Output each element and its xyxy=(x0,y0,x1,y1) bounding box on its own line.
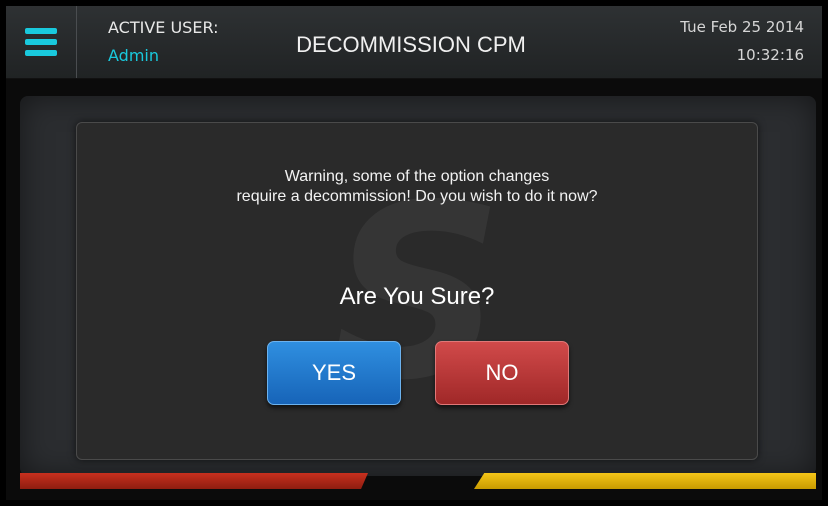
warning-message: Warning, some of the option changes requ… xyxy=(77,167,757,207)
confirm-question: Are You Sure? xyxy=(339,283,495,310)
status-bar-left xyxy=(20,473,368,489)
warning-message-line-2: require a decommission! Do you wish to d… xyxy=(236,188,598,205)
menu-button[interactable] xyxy=(6,6,77,78)
warning-message-line-1: Warning, some of the option changes xyxy=(284,168,550,185)
app-frame: ACTIVE USER: Admin DECOMMISSION CPM Tue … xyxy=(6,6,822,500)
no-button[interactable]: NO xyxy=(435,341,569,405)
page-title: DECOMMISSION CPM xyxy=(296,32,526,57)
yes-button[interactable]: YES xyxy=(267,341,401,405)
active-user-name: Admin xyxy=(108,46,159,65)
status-bar-right xyxy=(474,473,816,489)
date-display: Tue Feb 25 2014 xyxy=(680,18,804,36)
hamburger-menu-icon xyxy=(25,28,57,56)
confirm-dialog: S Warning, some of the option changes re… xyxy=(76,122,758,460)
active-user-label: ACTIVE USER: xyxy=(108,18,219,37)
header-bar: ACTIVE USER: Admin DECOMMISSION CPM Tue … xyxy=(6,6,822,79)
time-display: 10:32:16 xyxy=(736,46,804,64)
